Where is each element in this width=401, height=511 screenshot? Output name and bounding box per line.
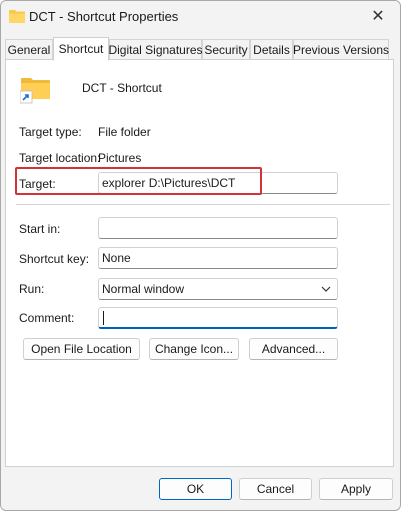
folder-icon <box>9 10 25 23</box>
comment-input[interactable] <box>98 307 338 329</box>
button-label: Apply <box>340 482 372 496</box>
divider <box>16 204 390 205</box>
close-button[interactable]: ✕ <box>356 1 400 31</box>
run-label: Run: <box>19 282 45 296</box>
tab-security[interactable]: Security <box>202 39 250 60</box>
open-file-location-button[interactable]: Open File Location <box>23 338 140 360</box>
tab-digital-signatures[interactable]: Digital Signatures <box>108 39 203 60</box>
comment-label: Comment: <box>19 311 75 325</box>
tab-label: Previous Versions <box>292 43 390 57</box>
window-title: DCT - Shortcut Properties <box>29 9 179 24</box>
target-highlight-box <box>15 167 262 195</box>
tab-label: Security <box>204 43 248 57</box>
close-icon: ✕ <box>371 8 385 25</box>
tab-general[interactable]: General <box>5 39 53 60</box>
target-location-label: Target location: <box>19 151 101 165</box>
shortcut-key-input[interactable]: None <box>98 247 338 269</box>
apply-button[interactable]: Apply <box>319 478 393 500</box>
button-label: OK <box>186 482 205 496</box>
cancel-button[interactable]: Cancel <box>239 478 312 500</box>
chevron-down-icon <box>321 286 331 292</box>
button-label: Open File Location <box>31 342 132 356</box>
folder-shortcut-icon <box>20 78 50 104</box>
tab-strip: General Shortcut Digital Signatures Secu… <box>5 37 398 61</box>
button-label: Advanced... <box>261 342 326 356</box>
start-in-input[interactable] <box>98 217 338 239</box>
tab-shortcut[interactable]: Shortcut <box>53 37 109 61</box>
properties-dialog: DCT - Shortcut Properties ✕ General Shor… <box>0 0 401 511</box>
ok-button[interactable]: OK <box>159 478 232 500</box>
tab-label: General <box>7 43 51 57</box>
target-type-label: Target type: <box>19 125 82 139</box>
shortcut-key-value: None <box>102 251 131 265</box>
button-label: Cancel <box>256 482 295 496</box>
advanced-button[interactable]: Advanced... <box>249 338 338 360</box>
tab-label: Digital Signatures <box>108 43 203 57</box>
text-caret <box>103 310 104 325</box>
run-select-value: Normal window <box>102 282 185 296</box>
title-bar: DCT - Shortcut Properties ✕ <box>1 1 400 33</box>
button-label: Change Icon... <box>154 342 234 356</box>
tab-label: Shortcut <box>58 42 104 56</box>
run-select[interactable]: Normal window <box>98 278 338 300</box>
shortcut-name: DCT - Shortcut <box>82 81 162 95</box>
start-in-label: Start in: <box>19 222 61 236</box>
tab-details[interactable]: Details <box>250 39 293 60</box>
target-type-value: File folder <box>98 125 151 139</box>
tab-previous-versions[interactable]: Previous Versions <box>293 39 389 60</box>
shortcut-tab-panel: DCT - Shortcut Target type: File folder … <box>5 59 394 467</box>
change-icon-button[interactable]: Change Icon... <box>149 338 239 360</box>
tab-label: Details <box>253 43 290 57</box>
shortcut-key-label: Shortcut key: <box>19 252 90 266</box>
target-location-value: Pictures <box>98 151 142 165</box>
